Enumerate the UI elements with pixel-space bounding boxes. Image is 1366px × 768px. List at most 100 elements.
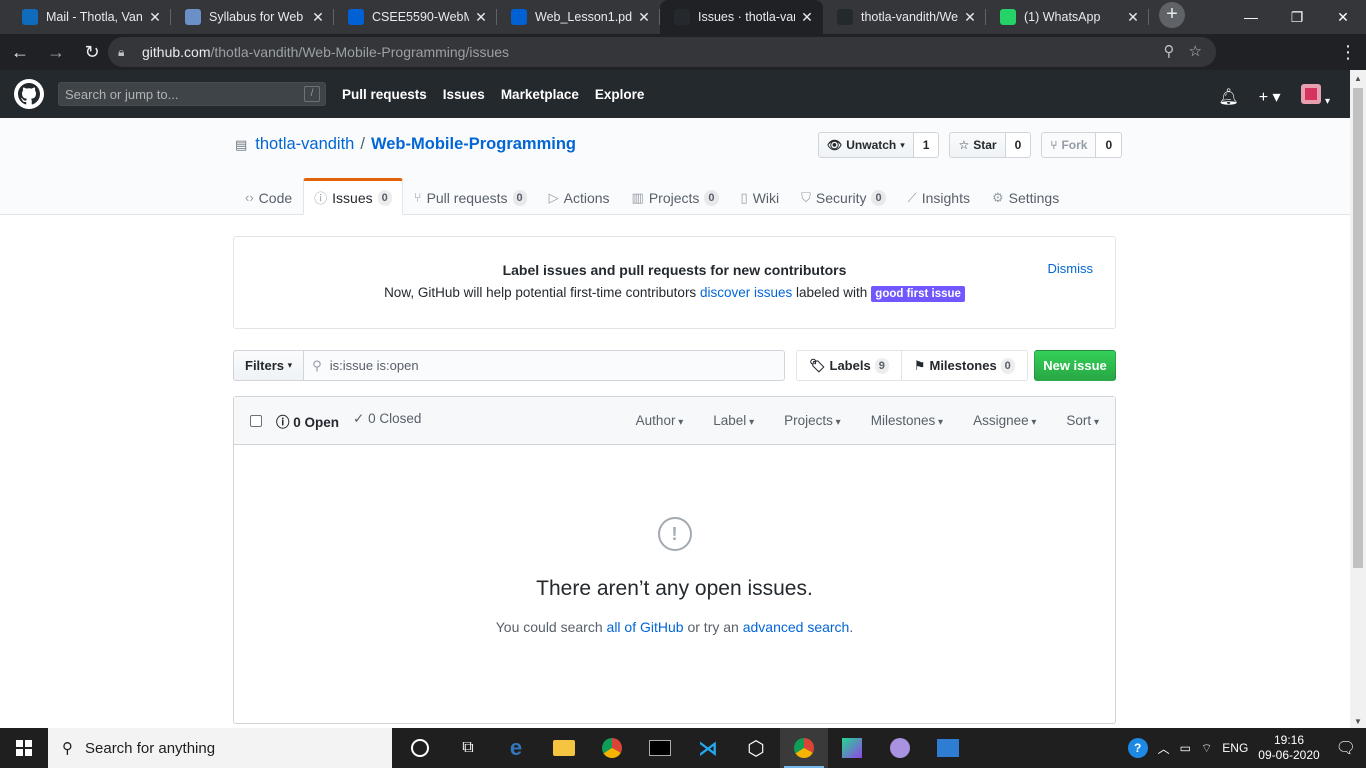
close-tab-icon[interactable]: ✕	[962, 9, 978, 25]
virtualbox-icon[interactable]: ⬡	[732, 728, 780, 768]
help-icon[interactable]: ?	[1127, 738, 1148, 758]
chevron-up-icon[interactable]: ︿	[1158, 740, 1170, 757]
close-tab-icon[interactable]: ✕	[473, 9, 489, 25]
box-icon	[511, 9, 527, 25]
close-tab-icon[interactable]: ✕	[310, 9, 326, 25]
dismiss-link[interactable]: Dismiss	[1048, 261, 1094, 276]
close-tab-icon[interactable]: ✕	[1125, 9, 1141, 25]
vscode-icon[interactable]: ⋊	[684, 728, 732, 768]
tab-projects[interactable]: ▥ Projects 0	[621, 178, 730, 215]
language-indicator[interactable]: ENG	[1222, 741, 1248, 755]
chrome-icon[interactable]	[588, 728, 636, 768]
browser-menu-icon[interactable]: ⋮	[1332, 36, 1364, 68]
new-issue-button[interactable]: New issue	[1034, 350, 1116, 381]
create-new-plus-icon[interactable]: + ▾	[1259, 87, 1281, 107]
address-bar[interactable]: 🔒︎ github.com/thotla-vandith/Web-Mobile-…	[108, 37, 1216, 67]
bookmark-star-icon[interactable]: ☆	[1189, 42, 1202, 60]
fork-count[interactable]: 0	[1096, 132, 1123, 158]
restore-icon[interactable]: ❐	[1274, 0, 1320, 34]
chrome-active-icon[interactable]	[780, 728, 828, 768]
edge-icon[interactable]: e	[492, 728, 540, 768]
eye-icon: 👁︎	[827, 138, 843, 152]
tab-security[interactable]: ⛉ Security 0	[790, 178, 896, 215]
select-all-checkbox[interactable]	[250, 414, 262, 427]
notifications-icon[interactable]: 🗨︎	[1336, 738, 1356, 758]
close-tab-icon[interactable]: ✕	[147, 9, 163, 25]
nav-issues[interactable]: Issues	[443, 87, 485, 102]
closed-issues-link[interactable]: ✓ 0 Closed	[353, 411, 421, 431]
terminal-icon[interactable]	[636, 728, 684, 768]
tab-issues[interactable]: ⓘ Issues 0	[303, 178, 403, 215]
open-issues-link[interactable]: ⓘ 0 Open	[276, 411, 339, 431]
sort-menu-label[interactable]: Label	[713, 413, 754, 428]
filters-button[interactable]: Filters ▾	[233, 350, 305, 381]
discover-issues-link[interactable]: discover issues	[700, 285, 792, 300]
github-logo-icon[interactable]	[14, 79, 44, 109]
scrollbar-thumb[interactable]	[1353, 88, 1363, 568]
webstorm-icon[interactable]	[828, 728, 876, 768]
slack-like-app-icon[interactable]	[876, 728, 924, 768]
milestones-button[interactable]: ⚑ Milestones 0	[901, 350, 1028, 381]
browser-tab[interactable]: Issues · thotla-vand ✕	[660, 0, 823, 34]
sort-menu-sort[interactable]: Sort	[1066, 413, 1099, 428]
taskbar-clock[interactable]: 19:16 09-06-2020	[1258, 733, 1319, 763]
sort-menu-author[interactable]: Author	[636, 413, 684, 428]
fork-button[interactable]: ⑂ Fork	[1041, 132, 1097, 158]
network-icon[interactable]: ⌔	[1201, 741, 1212, 756]
browser-tab[interactable]: Mail - Thotla, Vand ✕	[8, 0, 171, 34]
zoom-icon[interactable]: ⚲	[1164, 42, 1175, 60]
close-window-icon[interactable]: ✕	[1320, 0, 1366, 34]
sort-menu-milestones[interactable]: Milestones	[871, 413, 943, 428]
cortana-icon[interactable]	[396, 728, 444, 768]
page-scrollbar[interactable]: ▲ ▼	[1350, 70, 1366, 728]
issue-search-input[interactable]: ⚲ is:issue is:open	[304, 350, 786, 381]
close-tab-icon[interactable]: ✕	[799, 9, 815, 25]
repo-owner-link[interactable]: thotla-vandith	[255, 135, 354, 154]
sort-menu-assignee[interactable]: Assignee	[973, 413, 1036, 428]
unwatch-button[interactable]: 👁︎ Unwatch ▾	[818, 132, 914, 158]
nav-marketplace[interactable]: Marketplace	[501, 87, 579, 102]
all-of-github-link[interactable]: all of GitHub	[607, 619, 684, 635]
advanced-search-link[interactable]: advanced search	[743, 619, 850, 635]
star-count[interactable]: 0	[1005, 132, 1032, 158]
start-button[interactable]	[0, 728, 48, 768]
reload-icon[interactable]: ↻	[76, 36, 108, 68]
labels-button[interactable]: 🏷︎ Labels 9	[796, 350, 902, 381]
good-first-issue-label[interactable]: good first issue	[871, 286, 965, 302]
minimize-icon[interactable]: —	[1228, 0, 1274, 34]
nav-pull-requests[interactable]: Pull requests	[342, 87, 427, 102]
photos-icon[interactable]	[924, 728, 972, 768]
scroll-down-icon[interactable]: ▼	[1354, 717, 1362, 726]
sort-menu-projects[interactable]: Projects	[784, 413, 841, 428]
tab-settings[interactable]: ⚙ Settings	[981, 178, 1070, 215]
repo-name-link[interactable]: Web-Mobile-Programming	[371, 135, 576, 154]
tab-code[interactable]: ‹› Code	[234, 178, 303, 215]
user-avatar-menu[interactable]: ▾	[1300, 84, 1330, 109]
tab-pull-requests[interactable]: ⑂ Pull requests 0	[403, 178, 538, 215]
taskbar-search-box[interactable]: ⚲ Search for anything	[48, 728, 392, 768]
watch-count[interactable]: 1	[913, 132, 940, 158]
browser-tab[interactable]: Web_Lesson1.pdf ✕	[497, 0, 660, 34]
tab-actions[interactable]: ▷ Actions	[538, 178, 621, 215]
new-tab-button[interactable]: +	[1159, 2, 1185, 28]
github-search-input[interactable]: Search or jump to... /	[58, 82, 326, 106]
browser-tab[interactable]: (1) WhatsApp ✕	[986, 0, 1149, 34]
tab-wiki[interactable]: ▯ Wiki	[730, 178, 791, 215]
task-view-icon[interactable]: ⧉	[444, 728, 492, 768]
browser-tab[interactable]: Syllabus for Web a ✕	[171, 0, 334, 34]
star-button[interactable]: ☆ Star	[949, 132, 1006, 158]
tab-insights[interactable]: ⟋ Insights	[897, 178, 981, 215]
close-tab-icon[interactable]: ✕	[636, 9, 652, 25]
browser-tab[interactable]: thotla-vandith/We ✕	[823, 0, 986, 34]
banner-text-after: labeled with	[792, 285, 868, 300]
repo-title: ▤ thotla-vandith / Web-Mobile-Programmin…	[235, 135, 576, 154]
nav-explore[interactable]: Explore	[595, 87, 645, 102]
battery-icon[interactable]: ▭	[1180, 741, 1191, 755]
github-icon	[837, 9, 853, 25]
file-explorer-icon[interactable]	[540, 728, 588, 768]
notifications-bell-icon[interactable]: 🔔︎	[1218, 87, 1238, 107]
back-icon[interactable]: ←	[4, 36, 36, 68]
forward-icon[interactable]: →	[40, 36, 72, 68]
browser-tab[interactable]: CSEE5590-WebMo ✕	[334, 0, 497, 34]
scroll-up-icon[interactable]: ▲	[1354, 74, 1362, 83]
